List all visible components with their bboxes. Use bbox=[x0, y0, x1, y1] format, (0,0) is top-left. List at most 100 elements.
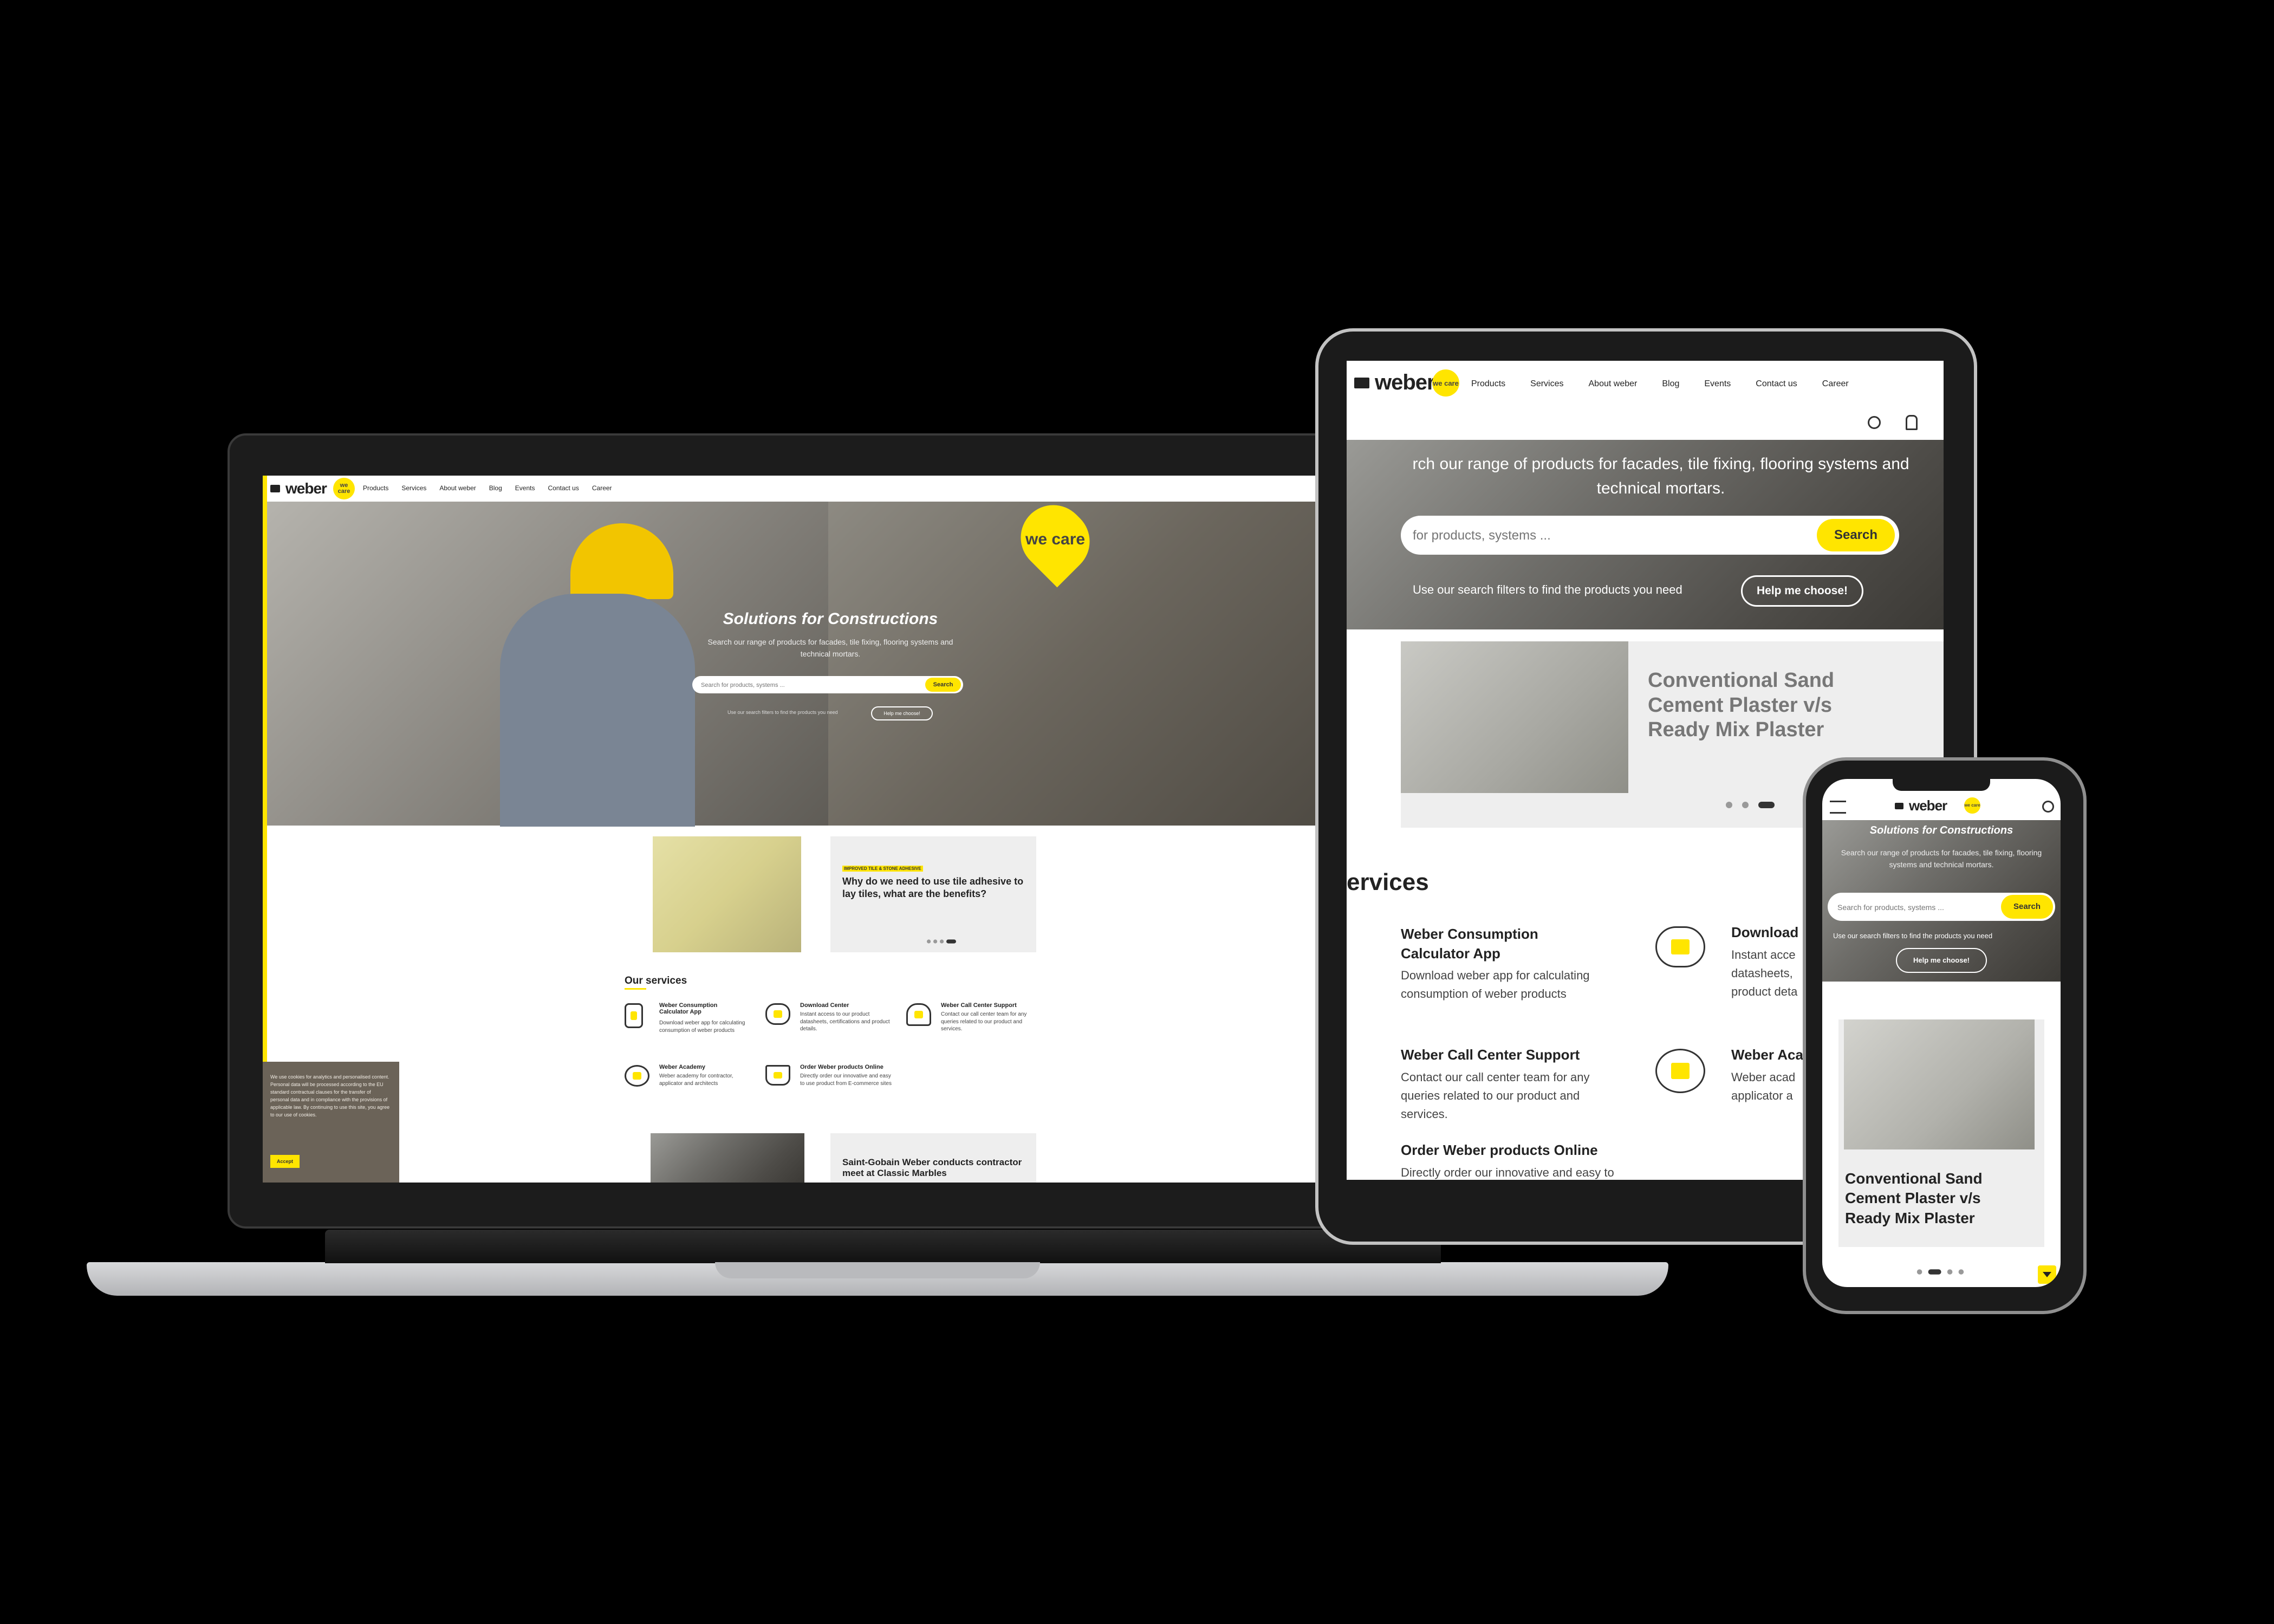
hamburger-menu-icon[interactable] bbox=[1830, 801, 1846, 814]
article-card[interactable]: Conventional Sand Cement Plaster v/s Rea… bbox=[1838, 1019, 2044, 1247]
hero-banner: Solutions for Constructions Search our r… bbox=[1822, 820, 2061, 982]
nav-products[interactable]: Products bbox=[363, 484, 388, 492]
service-title: Weber Consumption Calculator App bbox=[1401, 926, 1538, 962]
laptop-notch bbox=[715, 1262, 1040, 1278]
nav-events[interactable]: Events bbox=[1704, 379, 1731, 389]
academy-icon bbox=[1655, 1049, 1705, 1093]
article-image-plaster bbox=[1401, 641, 1628, 793]
hero-banner: rch our range of products for facades, t… bbox=[1347, 440, 1944, 629]
hero-photo-worker bbox=[267, 502, 828, 827]
nav-contact[interactable]: Contact us bbox=[1756, 379, 1797, 389]
nav-about[interactable]: About weber bbox=[1589, 379, 1638, 389]
weber-logo[interactable]: weber bbox=[1895, 797, 1947, 814]
search-input[interactable] bbox=[1412, 525, 1793, 546]
article-image-plaster bbox=[1844, 1019, 2035, 1149]
academy-icon bbox=[625, 1065, 649, 1087]
carousel-dots[interactable] bbox=[1726, 802, 1775, 808]
laptop-hinge bbox=[325, 1230, 1441, 1263]
nav-products[interactable]: Products bbox=[1471, 379, 1505, 389]
search-input[interactable] bbox=[1836, 900, 1996, 914]
nav-about[interactable]: About weber bbox=[439, 484, 476, 492]
service-desc: Contact our call center team for any que… bbox=[1401, 1070, 1590, 1121]
help-me-choose-button[interactable]: Help me choose! bbox=[871, 706, 933, 720]
search-icon[interactable] bbox=[2042, 801, 2054, 813]
hero-title: Solutions for Constructions bbox=[723, 610, 938, 628]
hero-subtitle: Search our range of products for facades… bbox=[707, 638, 953, 659]
article-title: Why do we need to use tile adhesive to l… bbox=[842, 876, 1024, 899]
main-nav: Products Services About weber Blog Event… bbox=[363, 484, 612, 492]
hard-hat-shape bbox=[570, 523, 673, 599]
search-filter-text: Use our search filters to find the produ… bbox=[727, 710, 838, 715]
weber-logo[interactable]: weber bbox=[1354, 371, 1435, 395]
calculator-icon bbox=[625, 1003, 643, 1028]
chevron-down-icon bbox=[2043, 1272, 2051, 1277]
service-title: Weber Academy bbox=[659, 1064, 705, 1070]
headset-icon bbox=[906, 1003, 931, 1026]
nav-blog[interactable]: Blog bbox=[489, 484, 502, 492]
phone-device: weber we care Solutions for Construction… bbox=[1803, 757, 2087, 1314]
weber-logo-icon bbox=[270, 485, 280, 492]
service-call-center[interactable]: Weber Call Center Support Contact our ca… bbox=[1347, 1047, 1650, 1121]
service-download-center[interactable]: Download Center Instant access to our pr… bbox=[765, 1002, 901, 1062]
service-desc: Weber academy for contractor, applicator… bbox=[659, 1073, 733, 1087]
service-desc: Instant acce datasheets, product deta bbox=[1731, 948, 1798, 999]
user-icon[interactable] bbox=[1906, 415, 1918, 430]
hero-search-bar: Search bbox=[1401, 516, 1899, 555]
accent-strip bbox=[263, 476, 267, 1077]
nav-blog[interactable]: Blog bbox=[1662, 379, 1679, 389]
nav-events[interactable]: Events bbox=[515, 484, 535, 492]
service-calculator[interactable]: Weber Consumption Calculator App Downloa… bbox=[625, 1002, 760, 1062]
service-desc: Weber acad applicator a bbox=[1731, 1070, 1796, 1103]
services-underline bbox=[625, 988, 646, 990]
logo-text: weber bbox=[285, 480, 327, 497]
weber-logo-icon bbox=[1354, 377, 1369, 388]
hero-subtitle: Search our range of products for facades… bbox=[1841, 848, 2042, 869]
scroll-down-button[interactable] bbox=[2038, 1265, 2056, 1284]
person-shape bbox=[500, 594, 695, 827]
we-care-badge: we care bbox=[333, 478, 355, 499]
service-title: Weber Call Center Support bbox=[941, 1002, 1017, 1009]
article-card[interactable]: IMPROVED TILE & STONE ADHESIVE Why do we… bbox=[830, 836, 1036, 952]
article-title: Conventional Sand Cement Plaster v/s Rea… bbox=[1845, 1170, 1983, 1226]
article-title: Saint-Gobain Weber conducts contractor m… bbox=[842, 1157, 1022, 1179]
service-academy[interactable]: Weber Academy Weber academy for contract… bbox=[625, 1064, 760, 1113]
service-title: Order Weber products Online bbox=[1401, 1142, 1598, 1158]
service-calculator[interactable]: Weber Consumption Calculator App Downloa… bbox=[1347, 924, 1650, 1022]
search-button[interactable]: Search bbox=[925, 678, 961, 692]
nav-contact[interactable]: Contact us bbox=[548, 484, 579, 492]
service-title: Order Weber products Online bbox=[800, 1064, 883, 1070]
service-order-online[interactable]: Order Weber products Online Directly ord… bbox=[765, 1064, 901, 1113]
article-image-event bbox=[651, 1133, 804, 1183]
cart-icon bbox=[765, 1065, 790, 1086]
phone-screen: weber we care Solutions for Construction… bbox=[1822, 779, 2061, 1287]
weber-logo[interactable]: weber bbox=[270, 480, 327, 497]
weber-logo-icon bbox=[1895, 802, 1903, 809]
nav-services[interactable]: Services bbox=[1530, 379, 1563, 389]
service-desc: Directly order our innovative and easy t… bbox=[1401, 1166, 1614, 1179]
carousel-dots[interactable] bbox=[927, 939, 956, 944]
nav-services[interactable]: Services bbox=[401, 484, 426, 492]
help-me-choose-button[interactable]: Help me choose! bbox=[1896, 948, 1987, 973]
cookie-text: We use cookies for analytics and persona… bbox=[270, 1074, 390, 1118]
cookie-accept-button[interactable]: Accept bbox=[270, 1155, 300, 1168]
carousel-dots[interactable] bbox=[1916, 1269, 1964, 1275]
nav-career[interactable]: Career bbox=[592, 484, 612, 492]
service-order-online[interactable]: Order Weber products Online Directly ord… bbox=[1347, 1142, 1650, 1180]
search-filter-text: Use our search filters to find the produ… bbox=[1833, 932, 1993, 940]
service-desc: Directly order our innovative and easy t… bbox=[800, 1073, 892, 1087]
hero-banner: we care Solutions for Constructions Sear… bbox=[267, 491, 1393, 827]
search-button[interactable]: Search bbox=[1817, 519, 1895, 551]
cookie-banner: We use cookies for analytics and persona… bbox=[263, 1062, 399, 1183]
hero-photo-interior bbox=[828, 502, 1393, 826]
main-nav: Products Services About weber Blog Event… bbox=[1471, 379, 1849, 389]
phone-notch bbox=[1893, 779, 1990, 791]
nav-career[interactable]: Career bbox=[1822, 379, 1849, 389]
help-me-choose-button[interactable]: Help me choose! bbox=[1741, 575, 1863, 607]
service-call-center[interactable]: Weber Call Center Support Contact our ca… bbox=[906, 1002, 1042, 1062]
search-input[interactable] bbox=[700, 679, 908, 691]
search-icon[interactable] bbox=[1868, 416, 1881, 429]
services-heading: Our services bbox=[625, 975, 687, 986]
article-card-event[interactable]: Saint-Gobain Weber conducts contractor m… bbox=[830, 1133, 1036, 1183]
service-desc: Instant access to our product datasheets… bbox=[800, 1011, 890, 1032]
search-button[interactable]: Search bbox=[2001, 895, 2053, 919]
